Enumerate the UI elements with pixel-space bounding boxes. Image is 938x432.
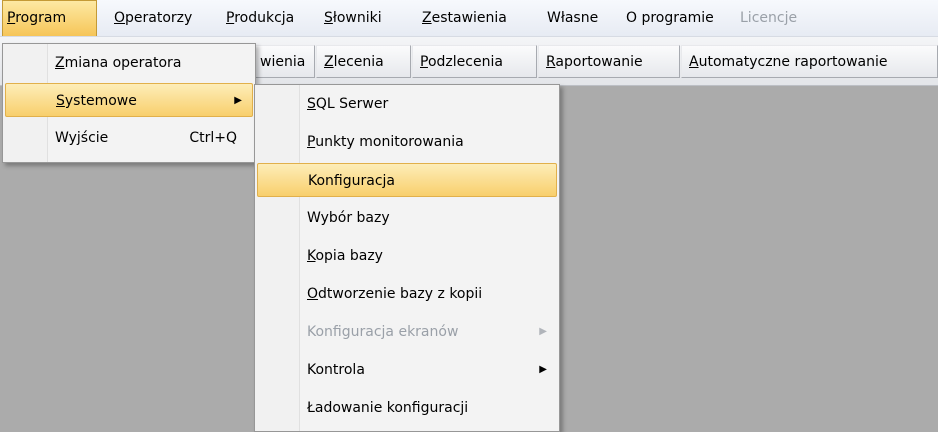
menu-operatorzy[interactable]: Operatorzy [110,0,196,36]
menu-item-kopia-bazy[interactable]: Kopia bazy [257,239,557,273]
menu-item-kontrola[interactable]: Kontrola ▶ [257,353,557,387]
menu-zestawienia-label: estawienia [431,10,507,26]
menu-item-wybor-bazy[interactable]: Wybór bazy [257,201,557,235]
menu-item-konfiguracja-ekranow: Konfiguracja ekranów ▶ [257,315,557,349]
menu-licencje: Licencje [740,10,798,26]
menu-slowniki-accel: S [324,10,333,26]
menu-item-wyjscie-label: Wyjście [55,130,109,146]
menu-produkcja[interactable]: Produkcja [222,0,298,36]
menu-o-programie[interactable]: O programie [622,0,718,36]
right-triangle-icon: ▶ [539,364,547,375]
menu-item-systemowe-label: Systemowe [56,93,137,109]
menu-wlasne[interactable]: Własne [543,0,602,36]
menu-zestawienia[interactable]: Zestawienia [418,0,511,36]
menu-item-wyjscie[interactable]: Wyjście Ctrl+Q [5,121,253,155]
menu-item-zmiana-operatora-label: Zmiana operatora [55,55,182,71]
menu-program[interactable]: Program [2,0,97,36]
menu-slowniki-label: łowniki [332,10,382,26]
menu-item-sql-serwer-label: SQL Serwer [307,96,389,112]
menu-bar: Program Operatorzy Produkcja Słowniki Ze… [0,0,938,37]
menu-item-konfiguracja[interactable]: Konfiguracja [257,163,557,197]
menu-item-konfiguracja-label: Konfiguracja [308,173,396,189]
menu-item-odtworzenie-bazy-label: Odtworzenie bazy z kopii [307,286,483,302]
systemowe-submenu: SQL Serwer Punkty monitorowania Konfigur… [254,84,560,432]
toolbar-zlecenia-accel: Z [324,54,334,70]
toolbar-zlecenia-label: lecenia [333,54,384,70]
menu-item-konfiguracja-ekranow-label: Konfiguracja ekranów [307,324,459,340]
menu-produkcja-accel: P [226,10,235,26]
menu-item-sql-serwer[interactable]: SQL Serwer [257,87,557,121]
menu-item-kontrola-label: Kontrola [307,362,365,378]
menu-item-ladowanie-konfiguracji[interactable]: Ładowanie konfiguracji [257,391,557,425]
toolbar-button-podzlecenia[interactable]: Podzlecenia [412,45,537,78]
program-menu: Zmiana operatora Systemowe ▶ Wyjście Ctr… [2,43,256,163]
toolbar-podzlecenia-label: odzlecenia [427,54,503,70]
menu-program-accel: P [7,10,16,26]
toolbar-button-zestawienia[interactable]: wienia [252,45,315,78]
toolbar-podzlecenia-accel: P [420,54,428,70]
menu-item-wyjscie-shortcut: Ctrl+Q [189,130,237,146]
toolbar-raportowanie-label: aportowanie [555,54,643,70]
menu-operatorzy-accel: O [114,10,126,26]
menu-produkcja-label: rodukcja [234,10,295,26]
toolbar-automatyczne-label: utomatyczne raportowanie [698,54,888,70]
menu-zestawienia-accel: Z [422,10,432,26]
menu-item-punkty-monitorowania-label: Punkty monitorowania [307,134,464,150]
menu-slowniki[interactable]: Słowniki [320,0,386,36]
menu-item-systemowe[interactable]: Systemowe ▶ [5,83,253,117]
menu-program-label: rogram [15,10,67,26]
right-triangle-icon: ▶ [539,326,547,337]
menu-item-punkty-monitorowania[interactable]: Punkty monitorowania [257,125,557,159]
toolbar-button-automatyczne-raportowanie[interactable]: Automatyczne raportowanie [681,45,938,78]
toolbar-button-raportowanie[interactable]: Raportowanie [538,45,680,78]
menu-item-zmiana-operatora[interactable]: Zmiana operatora [5,46,253,80]
toolbar-button-zlecenia[interactable]: Zlecenia [316,45,411,78]
menu-item-wybor-bazy-label: Wybór bazy [307,210,390,226]
menu-item-kopia-bazy-label: Kopia bazy [307,248,383,264]
right-triangle-icon: ▶ [234,95,242,106]
menu-item-odtworzenie-bazy[interactable]: Odtworzenie bazy z kopii [257,277,557,311]
toolbar-automatyczne-accel: A [689,54,699,70]
menu-item-ladowanie-konfiguracji-label: Ładowanie konfiguracji [307,400,469,416]
toolbar-raportowanie-accel: R [546,54,556,70]
menu-operatorzy-label: peratorzy [125,10,193,26]
